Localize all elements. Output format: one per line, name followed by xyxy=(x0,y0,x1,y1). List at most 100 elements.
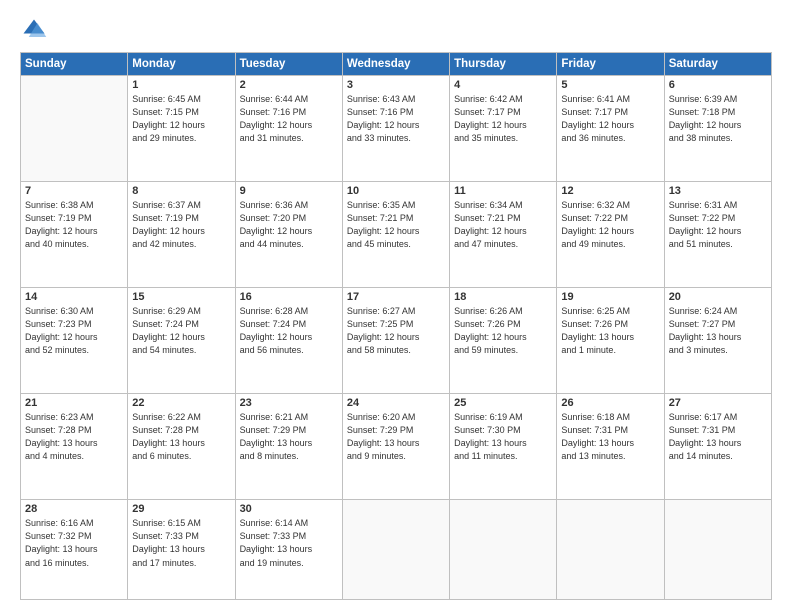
day-cell: 9 Sunrise: 6:36 AM Sunset: 7:20 PM Daylig… xyxy=(235,182,342,288)
day-cell: 23 Sunrise: 6:21 AM Sunset: 7:29 PM Dayli… xyxy=(235,394,342,500)
day-cell: 11Sunrise: 6:34 AM Sunset: 7:21 PM Dayli… xyxy=(450,182,557,288)
day-info: Sunrise: 6:23 AM Sunset: 7:28 PM Dayligh… xyxy=(25,411,123,463)
day-number: 4 xyxy=(454,79,552,91)
day-number: 3 xyxy=(347,79,445,91)
day-number: 10 xyxy=(347,185,445,197)
day-cell: 10 Sunrise: 6:35 AM Sunset: 7:21 PM Dayli… xyxy=(342,182,449,288)
day-number: 9 xyxy=(240,185,338,197)
day-number: 27 xyxy=(669,397,767,409)
col-header-saturday: Saturday xyxy=(664,53,771,76)
day-cell xyxy=(557,500,664,600)
day-cell: 28 Sunrise: 6:16 AM Sunset: 7:32 PM Dayli… xyxy=(21,500,128,600)
day-number: 16 xyxy=(240,291,338,303)
week-row-1: 1 Sunrise: 6:45 AM Sunset: 7:15 PM Daylig… xyxy=(21,76,772,182)
day-number: 18 xyxy=(454,291,552,303)
header xyxy=(20,16,772,44)
day-cell: 21 Sunrise: 6:23 AM Sunset: 7:28 PM Dayli… xyxy=(21,394,128,500)
col-header-sunday: Sunday xyxy=(21,53,128,76)
day-cell: 6 Sunrise: 6:39 AM Sunset: 7:18 PM Daylig… xyxy=(664,76,771,182)
day-cell: 25Sunrise: 6:19 AM Sunset: 7:30 PM Dayli… xyxy=(450,394,557,500)
day-number: 7 xyxy=(25,185,123,197)
day-number: 17 xyxy=(347,291,445,303)
day-cell: 15Sunrise: 6:29 AM Sunset: 7:24 PM Dayli… xyxy=(128,288,235,394)
day-info: Sunrise: 6:29 AM Sunset: 7:24 PM Dayligh… xyxy=(132,305,230,357)
day-info: Sunrise: 6:38 AM Sunset: 7:19 PM Dayligh… xyxy=(25,199,123,251)
col-header-thursday: Thursday xyxy=(450,53,557,76)
day-cell: 27 Sunrise: 6:17 AM Sunset: 7:31 PM Dayli… xyxy=(664,394,771,500)
day-cell: 1 Sunrise: 6:45 AM Sunset: 7:15 PM Daylig… xyxy=(128,76,235,182)
day-info: Sunrise: 6:18 AM Sunset: 7:31 PM Dayligh… xyxy=(561,411,659,463)
day-number: 14 xyxy=(25,291,123,303)
day-info: Sunrise: 6:43 AM Sunset: 7:16 PM Dayligh… xyxy=(347,93,445,145)
week-row-5: 28 Sunrise: 6:16 AM Sunset: 7:32 PM Dayli… xyxy=(21,500,772,600)
day-cell: 13 Sunrise: 6:31 AM Sunset: 7:22 PM Dayli… xyxy=(664,182,771,288)
day-number: 26 xyxy=(561,397,659,409)
day-number: 20 xyxy=(669,291,767,303)
day-info: Sunrise: 6:16 AM Sunset: 7:32 PM Dayligh… xyxy=(25,517,123,569)
day-info: Sunrise: 6:15 AM Sunset: 7:33 PM Dayligh… xyxy=(132,517,230,569)
week-row-4: 21 Sunrise: 6:23 AM Sunset: 7:28 PM Dayli… xyxy=(21,394,772,500)
day-cell: 7 Sunrise: 6:38 AM Sunset: 7:19 PM Daylig… xyxy=(21,182,128,288)
day-number: 30 xyxy=(240,503,338,515)
day-number: 2 xyxy=(240,79,338,91)
day-number: 13 xyxy=(669,185,767,197)
day-info: Sunrise: 6:32 AM Sunset: 7:22 PM Dayligh… xyxy=(561,199,659,251)
day-info: Sunrise: 6:41 AM Sunset: 7:17 PM Dayligh… xyxy=(561,93,659,145)
day-number: 28 xyxy=(25,503,123,515)
day-number: 8 xyxy=(132,185,230,197)
week-row-3: 14 Sunrise: 6:30 AM Sunset: 7:23 PM Dayli… xyxy=(21,288,772,394)
logo-icon xyxy=(20,16,48,44)
day-info: Sunrise: 6:26 AM Sunset: 7:26 PM Dayligh… xyxy=(454,305,552,357)
day-cell: 4 Sunrise: 6:42 AM Sunset: 7:17 PM Daylig… xyxy=(450,76,557,182)
day-info: Sunrise: 6:35 AM Sunset: 7:21 PM Dayligh… xyxy=(347,199,445,251)
day-info: Sunrise: 6:42 AM Sunset: 7:17 PM Dayligh… xyxy=(454,93,552,145)
day-info: Sunrise: 6:30 AM Sunset: 7:23 PM Dayligh… xyxy=(25,305,123,357)
day-number: 22 xyxy=(132,397,230,409)
day-info: Sunrise: 6:39 AM Sunset: 7:18 PM Dayligh… xyxy=(669,93,767,145)
header-row: SundayMondayTuesdayWednesdayThursdayFrid… xyxy=(21,53,772,76)
day-info: Sunrise: 6:17 AM Sunset: 7:31 PM Dayligh… xyxy=(669,411,767,463)
day-cell xyxy=(342,500,449,600)
day-number: 19 xyxy=(561,291,659,303)
col-header-monday: Monday xyxy=(128,53,235,76)
day-cell xyxy=(450,500,557,600)
day-number: 21 xyxy=(25,397,123,409)
day-info: Sunrise: 6:34 AM Sunset: 7:21 PM Dayligh… xyxy=(454,199,552,251)
day-info: Sunrise: 6:25 AM Sunset: 7:26 PM Dayligh… xyxy=(561,305,659,357)
day-info: Sunrise: 6:31 AM Sunset: 7:22 PM Dayligh… xyxy=(669,199,767,251)
day-cell: 29 Sunrise: 6:15 AM Sunset: 7:33 PM Dayli… xyxy=(128,500,235,600)
col-header-friday: Friday xyxy=(557,53,664,76)
day-info: Sunrise: 6:14 AM Sunset: 7:33 PM Dayligh… xyxy=(240,517,338,569)
day-info: Sunrise: 6:45 AM Sunset: 7:15 PM Dayligh… xyxy=(132,93,230,145)
day-number: 6 xyxy=(669,79,767,91)
day-cell: 26 Sunrise: 6:18 AM Sunset: 7:31 PM Dayli… xyxy=(557,394,664,500)
day-cell: 19 Sunrise: 6:25 AM Sunset: 7:26 PM Dayli… xyxy=(557,288,664,394)
day-info: Sunrise: 6:44 AM Sunset: 7:16 PM Dayligh… xyxy=(240,93,338,145)
day-cell: 24Sunrise: 6:20 AM Sunset: 7:29 PM Dayli… xyxy=(342,394,449,500)
page: SundayMondayTuesdayWednesdayThursdayFrid… xyxy=(0,0,792,612)
day-number: 23 xyxy=(240,397,338,409)
week-row-2: 7 Sunrise: 6:38 AM Sunset: 7:19 PM Daylig… xyxy=(21,182,772,288)
day-cell: 22 Sunrise: 6:22 AM Sunset: 7:28 PM Dayli… xyxy=(128,394,235,500)
logo xyxy=(20,16,52,44)
day-info: Sunrise: 6:20 AM Sunset: 7:29 PM Dayligh… xyxy=(347,411,445,463)
day-info: Sunrise: 6:36 AM Sunset: 7:20 PM Dayligh… xyxy=(240,199,338,251)
day-number: 29 xyxy=(132,503,230,515)
day-cell: 18 Sunrise: 6:26 AM Sunset: 7:26 PM Dayli… xyxy=(450,288,557,394)
col-header-tuesday: Tuesday xyxy=(235,53,342,76)
day-cell: 16 Sunrise: 6:28 AM Sunset: 7:24 PM Dayli… xyxy=(235,288,342,394)
day-info: Sunrise: 6:22 AM Sunset: 7:28 PM Dayligh… xyxy=(132,411,230,463)
day-cell: 14 Sunrise: 6:30 AM Sunset: 7:23 PM Dayli… xyxy=(21,288,128,394)
day-number: 5 xyxy=(561,79,659,91)
day-cell xyxy=(664,500,771,600)
day-cell: 20Sunrise: 6:24 AM Sunset: 7:27 PM Dayli… xyxy=(664,288,771,394)
day-info: Sunrise: 6:19 AM Sunset: 7:30 PM Dayligh… xyxy=(454,411,552,463)
day-cell: 12Sunrise: 6:32 AM Sunset: 7:22 PM Dayli… xyxy=(557,182,664,288)
day-info: Sunrise: 6:28 AM Sunset: 7:24 PM Dayligh… xyxy=(240,305,338,357)
day-info: Sunrise: 6:27 AM Sunset: 7:25 PM Dayligh… xyxy=(347,305,445,357)
day-info: Sunrise: 6:21 AM Sunset: 7:29 PM Dayligh… xyxy=(240,411,338,463)
day-number: 1 xyxy=(132,79,230,91)
calendar-table: SundayMondayTuesdayWednesdayThursdayFrid… xyxy=(20,52,772,600)
day-cell: 2 Sunrise: 6:44 AM Sunset: 7:16 PM Daylig… xyxy=(235,76,342,182)
col-header-wednesday: Wednesday xyxy=(342,53,449,76)
